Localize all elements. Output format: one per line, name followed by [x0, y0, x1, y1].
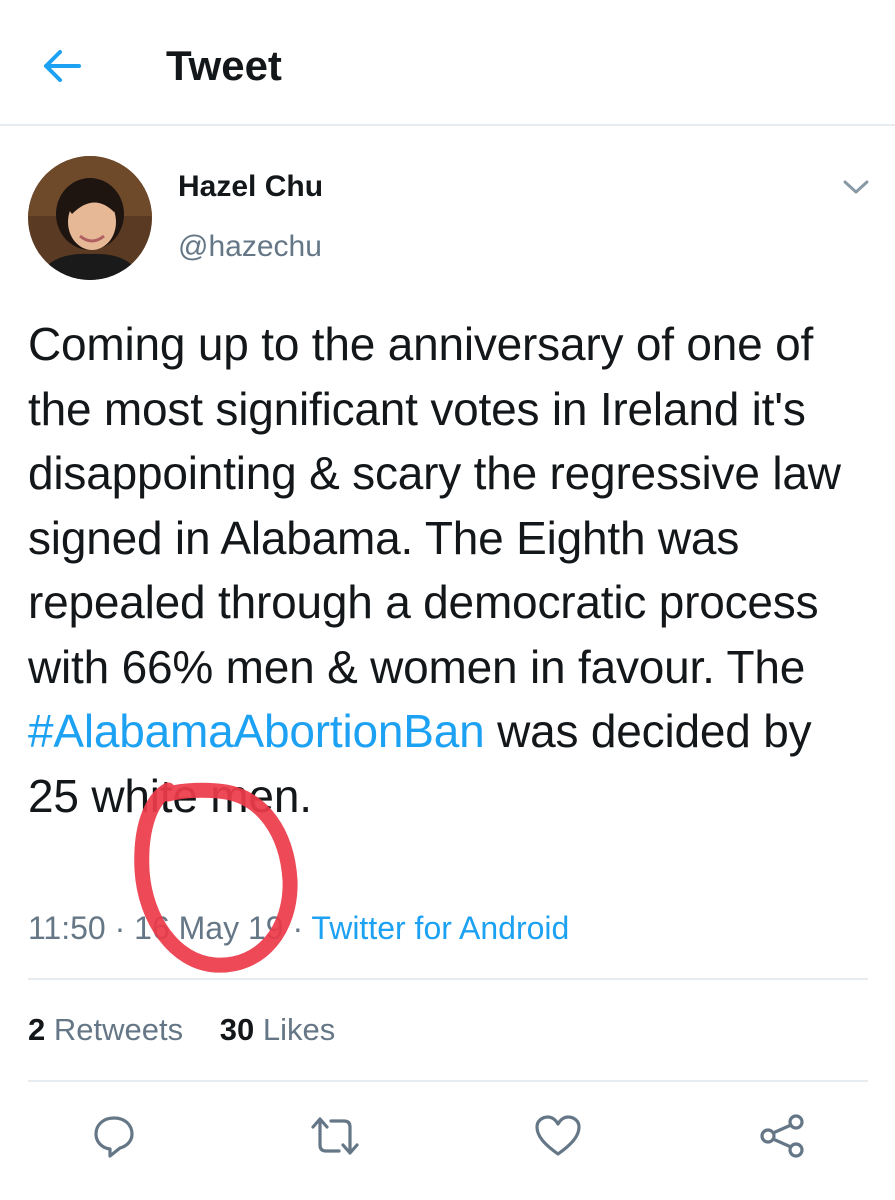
like-button[interactable] — [532, 1110, 584, 1162]
divider — [28, 978, 868, 980]
tweet-body: Coming up to the anniversary of one of t… — [28, 318, 841, 693]
top-bar: Tweet — [0, 0, 895, 126]
chevron-down-icon — [843, 180, 869, 194]
tweet-time: 11:50 — [28, 910, 106, 946]
arrow-left-icon — [44, 50, 81, 82]
tweet-options-button[interactable] — [838, 172, 874, 202]
retweet-button[interactable] — [309, 1110, 361, 1162]
share-icon — [760, 1114, 804, 1158]
hashtag-link[interactable]: #AlabamaAbortionBan — [28, 705, 485, 757]
like-icon — [535, 1115, 581, 1156]
retweets-stat[interactable]: 2 Retweets — [28, 1012, 183, 1047]
retweets-count: 2 — [28, 1012, 46, 1047]
likes-count: 30 — [219, 1012, 255, 1047]
divider — [28, 1080, 868, 1082]
avatar[interactable] — [28, 156, 152, 280]
tweet-date: 16 May 19 — [134, 910, 284, 946]
profile-photo — [28, 156, 152, 280]
page-title: Tweet — [166, 42, 282, 89]
separator: · — [292, 910, 312, 946]
tweet-stats: 2 Retweets 30 Likes — [28, 1012, 363, 1048]
likes-stat[interactable]: 30 Likes — [220, 1012, 335, 1047]
user-handle[interactable]: @hazechu — [178, 230, 322, 264]
share-button[interactable] — [756, 1110, 808, 1162]
back-button[interactable] — [38, 44, 86, 88]
display-name[interactable]: Hazel Chu — [178, 170, 323, 204]
tweet-text: Coming up to the anniversary of one of t… — [28, 312, 868, 828]
reply-icon — [94, 1116, 134, 1158]
tweet-meta: 11:50 · 16 May 19 · Twitter for Android — [28, 910, 569, 947]
tweet-source-link[interactable]: Twitter for Android — [311, 910, 569, 946]
likes-label: Likes — [262, 1012, 336, 1047]
separator: · — [114, 910, 135, 946]
retweets-label: Retweets — [53, 1012, 184, 1047]
reply-button[interactable] — [88, 1110, 140, 1162]
retweet-icon — [311, 1117, 359, 1155]
